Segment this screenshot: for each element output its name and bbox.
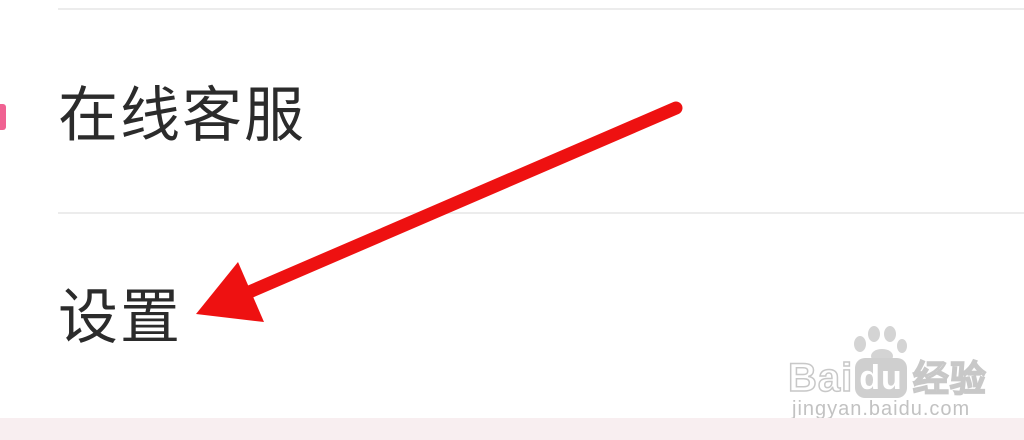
menu-item-label: 设置 <box>58 283 182 353</box>
divider-middle <box>58 212 1024 214</box>
watermark-logo-jingyan: 经验 <box>912 357 987 400</box>
menu-item-label: 在线客服 <box>58 81 306 151</box>
menu-item-online-service[interactable]: 在线客服 <box>58 66 1024 166</box>
watermark-logo-du: du <box>855 358 907 398</box>
watermark-logo-bai: Bai <box>787 355 854 401</box>
accent-indicator <box>0 104 6 130</box>
divider-top <box>58 8 1024 10</box>
watermark-logo: Bai du 经验 <box>787 350 987 402</box>
baidu-jingyan-watermark: Bai du 经验 jingyan.baidu.com <box>782 326 987 422</box>
footer-strip <box>0 418 1024 440</box>
